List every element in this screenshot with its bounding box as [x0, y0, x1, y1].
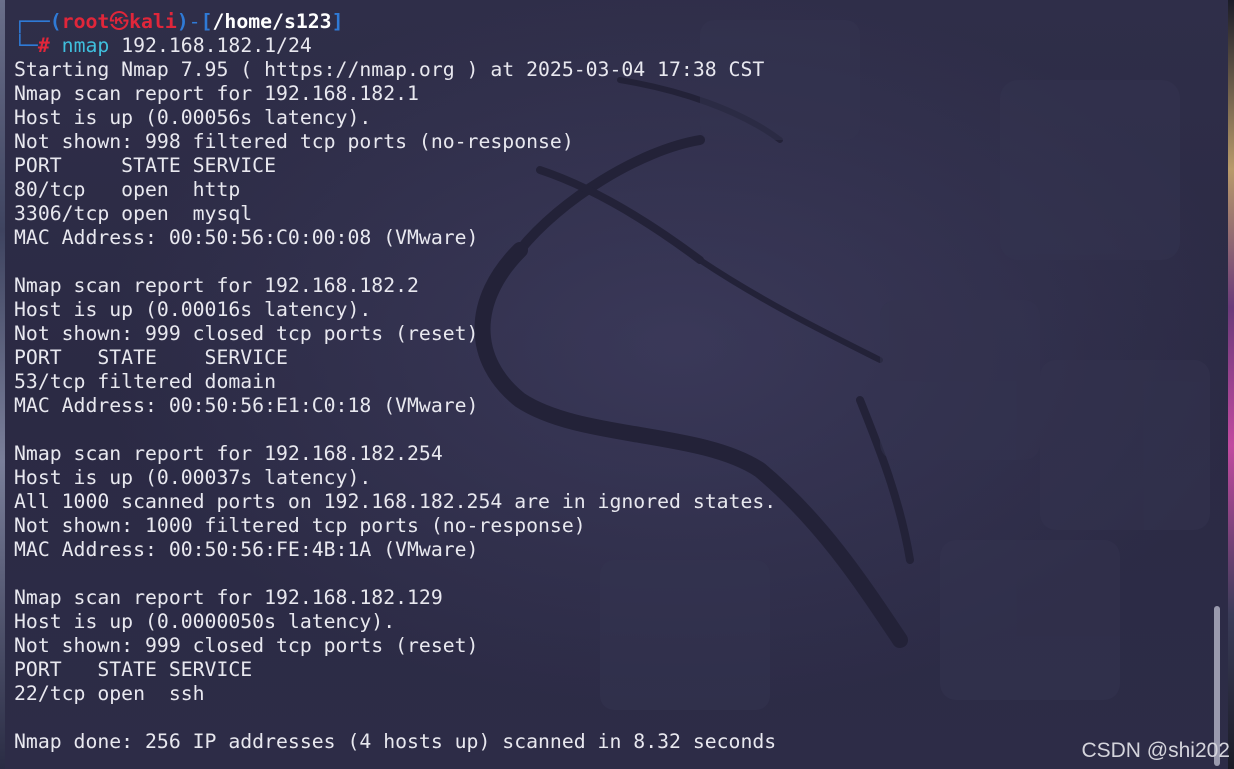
terminal-window[interactable]: ┌──(root㉿kali)-[/home/s123] └─# nmap 192… — [0, 0, 1234, 769]
window-left-edge — [0, 0, 5, 769]
prompt-host: kali — [129, 10, 177, 33]
output-line: Not shown: 1000 filtered tcp ports (no-r… — [14, 514, 586, 537]
output-line: Not shown: 999 closed tcp ports (reset) — [14, 322, 479, 345]
command-name: nmap — [61, 34, 110, 57]
output-line: 80/tcp open http — [14, 178, 241, 201]
prompt-open-bracket: [ — [200, 10, 213, 33]
output-line: Nmap done: 256 IP addresses (4 hosts up)… — [14, 730, 777, 753]
prompt-close-bracket: ] — [331, 10, 344, 33]
output-line: 53/tcp filtered domain — [14, 370, 277, 393]
output-line: PORT STATE SERVICE — [14, 658, 253, 681]
output-line: MAC Address: 00:50:56:C0:00:08 (VMware) — [14, 226, 479, 249]
output-line: Host is up (0.00056s latency). — [14, 106, 372, 129]
prompt-line-command: └─# nmap 192.168.182.1/24 — [14, 34, 1194, 58]
output-line: Not shown: 998 filtered tcp ports (no-re… — [14, 130, 574, 153]
prompt-path: /home/s123 — [212, 10, 332, 33]
output-line: Host is up (0.0000050s latency). — [14, 610, 396, 633]
output-line: Host is up (0.00016s latency). — [14, 298, 372, 321]
output-line: Starting Nmap 7.95 ( https://nmap.org ) … — [14, 58, 765, 81]
prompt-close-paren: ) — [176, 10, 189, 33]
csdn-watermark: CSDN @shi202 — [1081, 739, 1230, 762]
prompt-open-paren: ( — [49, 10, 62, 33]
prompt-corner-bottom: └─ — [14, 34, 38, 57]
prompt-line-top: ┌──(root㉿kali)-[/home/s123] — [14, 10, 1194, 34]
output-line: Nmap scan report for 192.168.182.1 — [14, 82, 419, 105]
window-right-edge — [1228, 0, 1234, 769]
output-line: Nmap scan report for 192.168.182.2 — [14, 274, 419, 297]
output-line: Nmap scan report for 192.168.182.254 — [14, 442, 443, 465]
output-line: 3306/tcp open mysql — [14, 202, 253, 225]
output-line: Not shown: 999 closed tcp ports (reset) — [14, 634, 479, 657]
skull-icon: ㉿ — [109, 10, 130, 33]
output-line: All 1000 scanned ports on 192.168.182.25… — [14, 490, 777, 513]
prompt-hash: # — [37, 34, 50, 57]
output-line: 22/tcp open ssh — [14, 682, 205, 705]
prompt-dash: - — [188, 10, 201, 33]
prompt-user: root — [61, 10, 110, 33]
output-line: MAC Address: 00:50:56:E1:C0:18 (VMware) — [14, 394, 479, 417]
output-line: PORT STATE SERVICE — [14, 346, 288, 369]
scan-output: Starting Nmap 7.95 ( https://nmap.org ) … — [14, 58, 1194, 754]
output-line: PORT STATE SERVICE — [14, 154, 277, 177]
output-line: Host is up (0.00037s latency). — [14, 466, 372, 489]
command-arguments: 192.168.182.1/24 — [121, 34, 312, 57]
output-line: MAC Address: 00:50:56:FE:4B:1A (VMware) — [14, 538, 479, 561]
output-line: Nmap scan report for 192.168.182.129 — [14, 586, 443, 609]
terminal-output[interactable]: ┌──(root㉿kali)-[/home/s123] └─# nmap 192… — [14, 10, 1194, 754]
prompt-corner-top: ┌── — [14, 10, 50, 33]
